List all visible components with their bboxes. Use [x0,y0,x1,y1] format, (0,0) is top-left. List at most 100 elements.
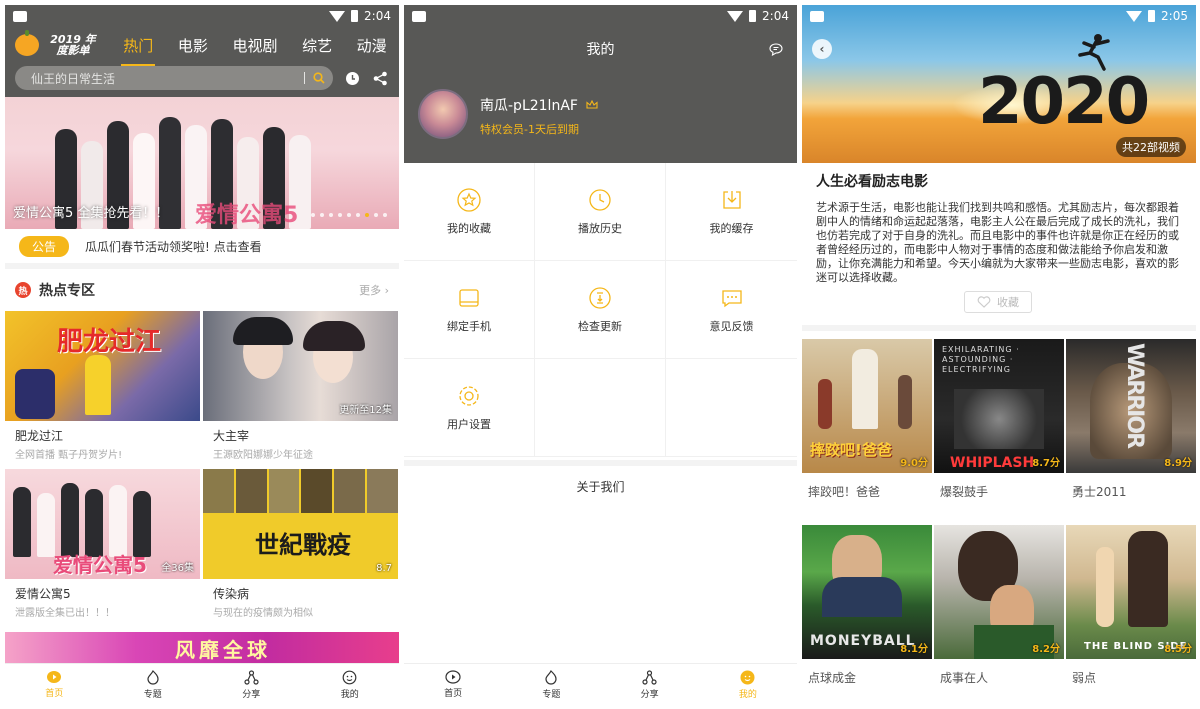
list-item[interactable]: MONEYBALL 8.1分 点球成金 [802,525,932,686]
search-divider [304,72,305,84]
banner-carousel[interactable]: 爱情公寓5 爱情公寓5 全集抢先看！！ [5,97,399,229]
profile-header [404,5,797,163]
menu-settings[interactable]: 用户设置 [404,359,535,457]
home-icon [445,670,461,684]
list-item[interactable]: THE BLIND SIDE 8.5分 弱点 [1066,525,1196,686]
ad-banner[interactable]: 风靡全球 [5,632,399,664]
tab-topic[interactable]: 专题 [104,664,203,705]
carousel-dot[interactable] [365,213,369,217]
carousel-dot[interactable] [356,213,360,217]
username[interactable]: 南瓜-pL21lnAF [480,95,598,115]
ad-text: 风靡全球 [175,638,271,662]
crown-icon [586,100,598,109]
rating-badge: 8.1分 [900,644,928,655]
tab-share[interactable]: 分享 [202,664,301,705]
tab-anime[interactable]: 动漫 [355,31,389,60]
list-item[interactable]: WARRIOR 8.9分 勇士2011 [1066,339,1196,500]
card-title: 大主宰 [213,429,250,443]
about-us-link[interactable]: 关于我们 [404,460,797,506]
avatar[interactable] [418,89,468,139]
year-list-logo[interactable]: 2019 年度影单 [47,34,99,56]
clock-icon [589,188,611,211]
tab-topic[interactable]: 专题 [502,664,600,705]
history-icon[interactable] [343,69,361,87]
carousel-dot[interactable] [383,213,387,217]
favorite-button[interactable]: 收藏 [964,291,1032,313]
fire-badge-icon: 热 [15,282,31,298]
list-item[interactable]: 更新至12集 大主宰 王源欧阳娜娜少年征途 [203,311,398,461]
heart-icon [977,296,991,308]
list-item[interactable]: 8.2分 成事在人 [934,525,1064,686]
phone-icon [459,288,479,307]
back-button[interactable]: ‹ [812,39,832,59]
list-item[interactable]: 摔跤吧!爸爸 9.0分 摔跤吧！爸爸 [802,339,932,500]
carousel-dot[interactable] [338,213,342,217]
card-subtitle: 与现在的疫情颇为相似 [213,608,313,619]
menu-downloads[interactable]: 我的缓存 [666,163,797,261]
carousel-dot[interactable] [347,213,351,217]
menu-check-update[interactable]: 检查更新 [535,261,666,359]
download-icon [722,190,741,209]
list-item[interactable]: 肥龙过江 肥龙过江 全网首播 甄子丹贺岁片! [5,311,200,461]
rating-badge: 8.7 [376,563,392,574]
rating-badge: 9.0分 [900,458,928,469]
search-icon[interactable] [313,72,325,84]
more-link[interactable]: 更多 › [359,282,389,298]
carousel-dot[interactable] [329,213,333,217]
status-bar: 2:05 [802,5,1196,27]
notice-text[interactable]: 瓜瓜们春节活动领奖啦! 点击查看 [85,238,262,255]
menu-favorites[interactable]: 我的收藏 [404,163,535,261]
search-input[interactable]: 仙王的日常生活 [15,66,333,90]
home-icon [47,671,62,683]
banner-logo-text: 爱情公寓5 [195,203,299,228]
battery-icon [1148,10,1156,22]
menu-empty-cell [666,359,797,457]
update-icon [589,286,611,309]
film-title: 弱点 [1072,671,1097,685]
message-icon[interactable] [769,41,783,60]
tab-home[interactable]: 首页 [404,664,502,705]
wifi-icon [727,10,744,22]
menu-history[interactable]: 播放历史 [535,163,666,261]
tab-hot[interactable]: 热门 [121,31,156,66]
share-icon [642,669,657,685]
carousel-dot[interactable] [320,213,324,217]
poster-image: WARRIOR 8.9分 [1066,339,1196,473]
list-item[interactable]: 世紀戰疫 8.7 传染病 与现在的疫情颇为相似 [203,469,398,619]
tab-profile[interactable]: 我的 [699,664,797,705]
profile-menu-grid: 我的收藏 播放历史 我的缓存 绑定手机 检查更新 意见反馈 用户设置 [404,163,797,457]
rating-badge: 8.5分 [1164,644,1192,655]
list-item[interactable]: 爱情公寓5 全36集 爱情公寓5 泄露版全集已出！！！ [5,469,200,619]
share-icon [244,669,259,685]
tab-home[interactable]: 首页 [5,664,104,705]
menu-bind-phone[interactable]: 绑定手机 [404,261,535,359]
tab-movie[interactable]: 电影 [176,31,210,60]
menu-feedback[interactable]: 意见反馈 [666,261,797,359]
hero-year-text: 2020 [978,65,1150,139]
rating-badge: 8.9分 [1164,458,1192,469]
film-title: 爆裂鼓手 [940,485,989,499]
status-bar: 2:04 [404,5,797,27]
carousel-dot[interactable] [374,213,378,217]
carousel-dot[interactable] [311,213,315,217]
tab-share[interactable]: 分享 [601,664,699,705]
notice-bar[interactable]: 公告 瓜瓜们春节活动领奖啦! 点击查看 [5,229,399,269]
poster-image: 更新至12集 [203,311,398,421]
section-divider [802,325,1196,331]
profile-screen: 2:04 我的 南瓜-pL21lnAF 特权会员-1天后到期 我的收藏 播放历史… [404,5,797,705]
list-item[interactable]: EXHILARATING · ASTOUNDING · ELECTRIFYING… [934,339,1064,500]
menu-empty-cell [535,359,666,457]
card-title: 传染病 [213,587,250,601]
tab-variety[interactable]: 综艺 [300,31,334,60]
topic-description: 艺术源于生活，电影也能让我们找到共鸣和感悟。尤其励志片，每次都跟着剧中人的情绪和… [816,201,1179,284]
card-title: 爱情公寓5 [15,587,71,601]
status-time: 2:04 [364,9,391,23]
tab-profile[interactable]: 我的 [301,664,400,705]
tab-tv[interactable]: 电视剧 [230,31,279,60]
share-icon[interactable] [371,69,389,87]
feedback-icon [721,289,742,307]
topic-hero-image: 2020 共22部视频 [802,5,1196,163]
hot-section-title: 热点专区 [39,283,95,299]
card-title: 肥龙过江 [15,429,64,443]
vip-status: 特权会员-1天后到期 [480,123,579,136]
